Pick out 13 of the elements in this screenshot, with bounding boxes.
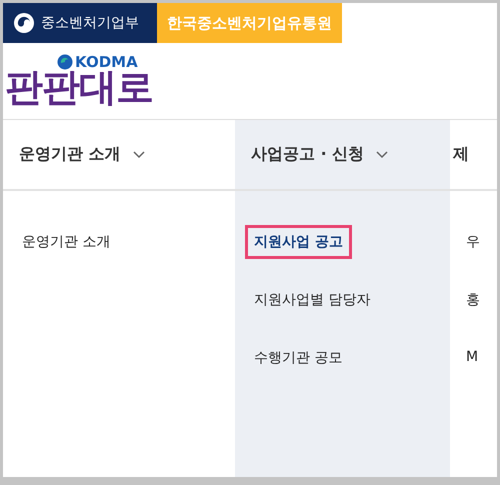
submenu-link[interactable]: 우 (460, 225, 489, 259)
ministry-banner[interactable]: 중소벤처기업부 (3, 3, 157, 43)
submenu-link[interactable]: M (460, 341, 488, 373)
menu-tab[interactable]: 제 (450, 120, 497, 191)
emblem-icon (13, 12, 35, 34)
submenu-link[interactable]: 지원사업 공고 (245, 225, 352, 259)
ministry-name: 중소벤처기업부 (41, 14, 139, 32)
submenu-link[interactable]: 지원사업별 담당자 (245, 283, 380, 317)
menu-tab[interactable]: 사업공고 · 신청 (235, 120, 450, 191)
submenu-link[interactable]: 홍 (460, 283, 489, 317)
submenu-link[interactable]: 운영기관 소개 (13, 225, 120, 259)
submenu-link[interactable]: 수행기관 공모 (245, 341, 352, 375)
kodma-logo-icon (57, 54, 73, 70)
